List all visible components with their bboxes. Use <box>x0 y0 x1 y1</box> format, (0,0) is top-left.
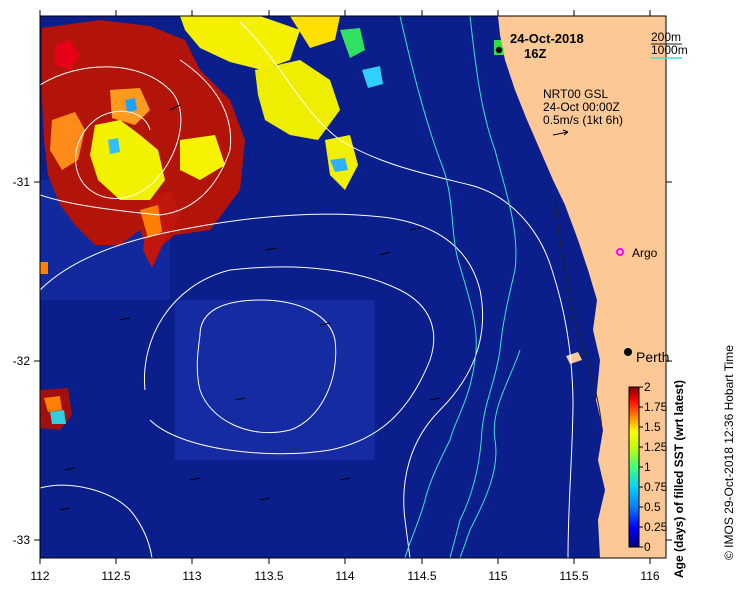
x-tick-label: 112 <box>30 569 49 583</box>
date-label: 24-Oct-2018 <box>510 31 584 46</box>
colorbar-tick-label: 0.25 <box>644 520 668 534</box>
y-tick-label: -33 <box>13 533 31 547</box>
x-tick-label: 115 <box>488 569 507 583</box>
time-label: 16Z <box>524 46 546 61</box>
current-time: 24-Oct 00:00Z <box>543 100 620 114</box>
current-scale: 0.5m/s (1kt 6h) <box>543 113 623 127</box>
x-tick-label: 112.5 <box>101 569 130 583</box>
colorbar-tick-label: 1.25 <box>644 440 668 454</box>
colorbar-title: Age (days) of filled SST (wrt latest) <box>672 379 686 578</box>
colorbar-tick-label: 1 <box>644 460 651 474</box>
y-tick-label: -32 <box>13 354 31 368</box>
x-tick-label: 114.5 <box>407 569 436 583</box>
colorbar-tick-label: 1.5 <box>644 420 661 434</box>
depth-legend-1000m: 1000m <box>651 43 688 57</box>
colorbar-tick-label: 0 <box>644 540 651 554</box>
y-axis-labels: -31 -32 -33 <box>13 175 31 547</box>
x-tick-label: 115.5 <box>559 569 588 583</box>
x-tick-label: 116 <box>640 569 659 583</box>
argo-label: Argo <box>632 246 658 260</box>
x-tick-label: 113.5 <box>254 569 283 583</box>
colorbar-tick-label: 0.75 <box>644 480 668 494</box>
colorbar-tick-label: 0.5 <box>644 500 661 514</box>
perth-city-icon <box>624 348 632 356</box>
coast-station-icon <box>494 45 504 55</box>
colorbar-tick-label: 2 <box>644 380 651 394</box>
depth-legend-200m: 200m <box>651 30 681 44</box>
credit-text: © IMOS 29-Oct-2018 12:36 Hobart Time <box>722 345 736 560</box>
x-tick-label: 114 <box>335 569 354 583</box>
x-tick-label: 113 <box>182 569 201 583</box>
x-axis-labels: 112 112.5 113 113.5 114 114.5 115 115.5 … <box>30 569 659 583</box>
current-source: NRT00 GSL <box>543 87 608 101</box>
perth-label: Perth <box>636 349 669 365</box>
y-tick-label: -31 <box>13 175 31 189</box>
colorbar-tick-label: 1.75 <box>644 400 668 414</box>
colorbar <box>628 386 640 548</box>
sst-age-map: 112 112.5 113 113.5 114 114.5 115 115.5 … <box>13 10 688 583</box>
